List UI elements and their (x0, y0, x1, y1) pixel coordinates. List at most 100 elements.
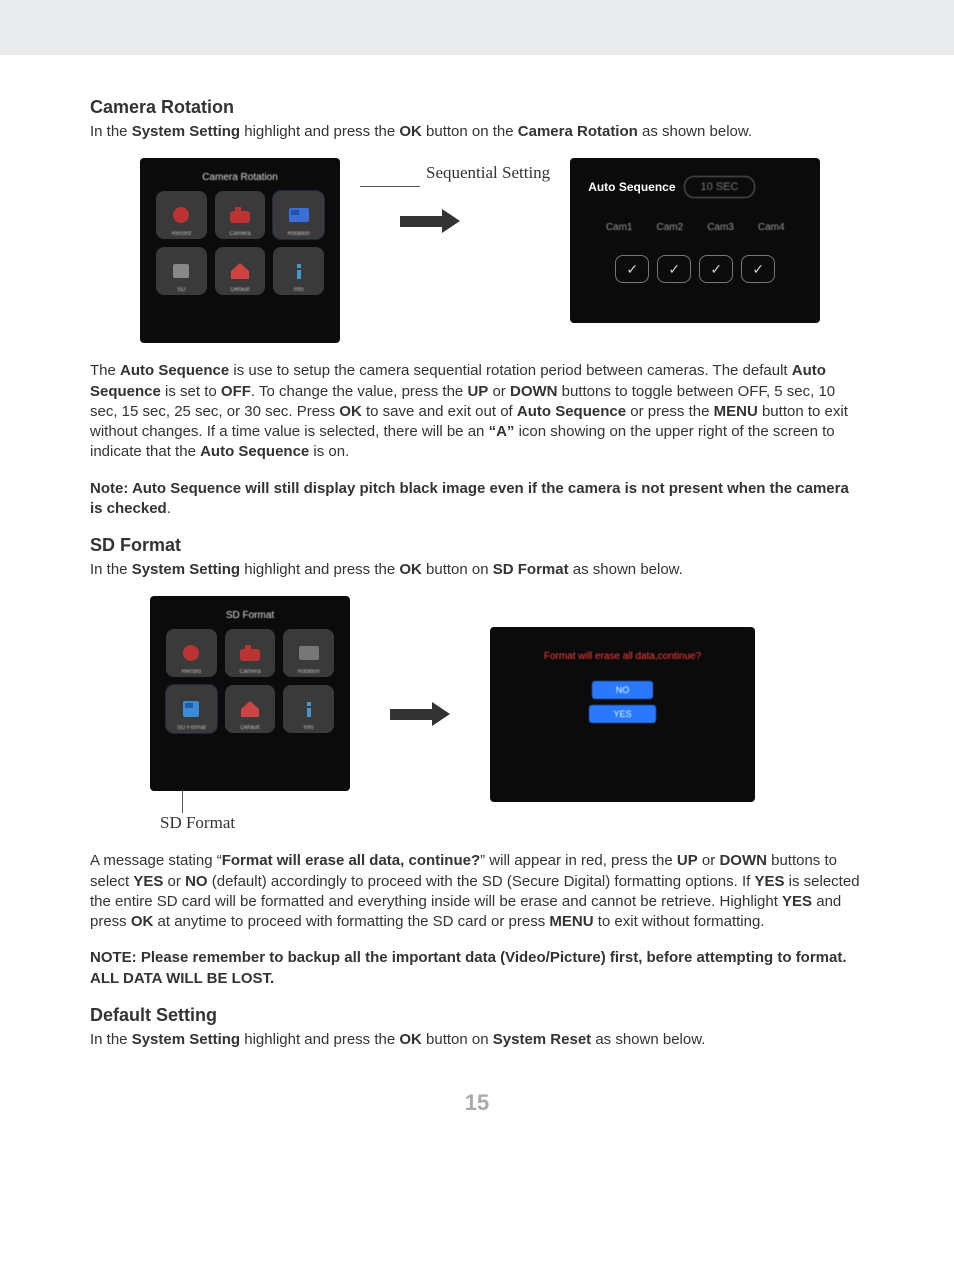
callout-sd-format: SD Format (160, 813, 350, 833)
camera-rotation-body: The Auto Sequence is use to setup the ca… (90, 361, 864, 462)
dialog-yes-button: YES (589, 705, 655, 723)
text: highlight and press the (244, 123, 399, 140)
b: OK (131, 913, 154, 930)
callout-sequential-setting: Sequential Setting (426, 163, 550, 183)
cam-label: Cam3 (707, 222, 734, 233)
screenshot-auto-sequence: Auto Sequence 10 SEC Cam1 Cam2 Cam3 Cam4… (570, 158, 820, 323)
text: as shown below. (642, 123, 752, 140)
b: YES (782, 893, 812, 910)
content: Camera Rotation In the System Setting hi… (0, 55, 954, 1156)
menu-tile-rotation-icon: Rotation (283, 629, 334, 677)
t: is use to setup the camera sequential ro… (229, 362, 792, 379)
t: or press the (626, 403, 714, 420)
b: UP (677, 852, 698, 869)
screenshot-system-settings-sd: SD Format Record Camera Rotation SD Form… (150, 596, 350, 791)
menu-grid: Record Camera Rotation SD Default Info (150, 191, 330, 295)
auto-sequence-row: Auto Sequence 10 SEC (588, 176, 802, 198)
b: OK (399, 561, 422, 578)
menu-tile-record-icon: Record (166, 629, 217, 677)
dialog-no-button: NO (592, 681, 654, 699)
t: ” will appear in red, press the (480, 852, 677, 869)
t: or (488, 383, 510, 400)
t: is on. (309, 443, 349, 460)
leader-line (360, 186, 420, 187)
menu-tile-camera-icon: Camera (215, 191, 266, 239)
menu-tile-sequential-setting: Rotation (273, 191, 324, 239)
menu-tile-camera-icon: Camera (225, 629, 276, 677)
t: (default) accordingly to proceed with th… (208, 873, 755, 890)
checkbox-cam4: ✓ (741, 255, 775, 283)
checkbox-cam1: ✓ (615, 255, 649, 283)
t: The (90, 362, 120, 379)
screenshot-title: Camera Rotation (150, 168, 330, 191)
b: OK (339, 403, 362, 420)
camera-rotation-note: Note: Auto Sequence will still display p… (90, 479, 864, 520)
b: YES (754, 873, 784, 890)
menu-grid: Record Camera Rotation SD Format Default… (160, 629, 340, 733)
default-setting-intro: In the System Setting highlight and pres… (90, 1030, 864, 1050)
checkbox-cam3: ✓ (699, 255, 733, 283)
checkbox-cam2: ✓ (657, 255, 691, 283)
t: In the (90, 561, 132, 578)
text-bold: OK (399, 123, 422, 140)
b: System Setting (132, 1031, 240, 1048)
sd-format-body: A message stating “Format will erase all… (90, 851, 864, 932)
text: In the (90, 123, 132, 140)
cam-label: Cam2 (657, 222, 684, 233)
menu-tile-info-icon: Info (283, 685, 334, 733)
b: MENU (549, 913, 593, 930)
b: System Reset (493, 1031, 591, 1048)
t: button on (422, 1031, 493, 1048)
cam-label: Cam1 (606, 222, 633, 233)
t: as shown below. (569, 561, 683, 578)
arrow-right-icon (390, 702, 450, 727)
auto-sequence-label: Auto Sequence (588, 180, 675, 194)
heading-default-setting: Default Setting (90, 1005, 864, 1026)
b: DOWN (719, 852, 767, 869)
t: to save and exit out of (362, 403, 517, 420)
note-bold: NOTE: Please remember to backup all the … (90, 949, 847, 986)
t: A message stating “ (90, 852, 222, 869)
sd-format-intro: In the System Setting highlight and pres… (90, 560, 864, 580)
text-bold: System Setting (132, 123, 240, 140)
t: highlight and press the (240, 561, 399, 578)
heading-sd-format: SD Format (90, 535, 864, 556)
menu-tile-home-icon: Default (225, 685, 276, 733)
header-bar (0, 0, 954, 55)
screenshot-wrapper: SD Format Record Camera Rotation SD Form… (150, 596, 350, 833)
b: UP (467, 383, 488, 400)
page-number: 15 (90, 1090, 864, 1116)
b: YES (133, 873, 163, 890)
figure-row-sd-format: SD Format Record Camera Rotation SD Form… (150, 596, 864, 833)
t: is set to (161, 383, 221, 400)
b: OK (399, 1031, 422, 1048)
leader-line (182, 791, 183, 813)
b: System Setting (132, 561, 240, 578)
camera-checkboxes: ✓ ✓ ✓ ✓ (588, 255, 802, 283)
heading-camera-rotation: Camera Rotation (90, 97, 864, 118)
page: Camera Rotation In the System Setting hi… (0, 0, 954, 1156)
note-bold: Note: Auto Sequence will still display p… (90, 480, 849, 517)
sd-format-note: NOTE: Please remember to backup all the … (90, 948, 864, 989)
figure-annotation: Sequential Setting (360, 158, 550, 234)
text-bold: Camera Rotation (518, 123, 638, 140)
b: SD Format (493, 561, 569, 578)
screenshot-title: SD Format (160, 606, 340, 629)
t: . To change the value, press the (251, 383, 468, 400)
b: Format will erase all data, continue? (222, 852, 480, 869)
b: NO (185, 873, 208, 890)
b: Auto Sequence (120, 362, 229, 379)
t: highlight and press the (240, 1031, 399, 1048)
t: In the (90, 1031, 132, 1048)
menu-tile-home-icon: Default (215, 247, 266, 295)
menu-tile-info-icon: Info (273, 247, 324, 295)
t: or (698, 852, 720, 869)
t: . (167, 500, 171, 517)
t: or (163, 873, 185, 890)
b: MENU (714, 403, 758, 420)
b: Auto Sequence (517, 403, 626, 420)
b: OFF (221, 383, 251, 400)
auto-sequence-value: 10 SEC (684, 176, 756, 198)
menu-tile-sd-format: SD Format (166, 685, 217, 733)
t: button on (422, 561, 493, 578)
